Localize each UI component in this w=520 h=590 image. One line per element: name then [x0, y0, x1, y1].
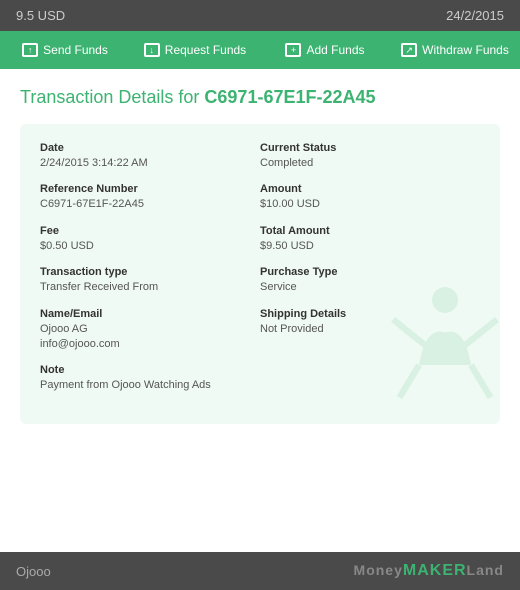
date-label: Date: [40, 142, 250, 154]
footer-brand: MoneyMAKERLand: [354, 562, 504, 580]
fee-value: $0.50 USD: [40, 239, 250, 254]
amount-value: $10.00 USD: [260, 197, 470, 212]
ref-label: Reference Number: [40, 183, 250, 195]
page-title: Transaction Details for C6971-67E1F-22A4…: [20, 87, 500, 108]
fee-group: Fee $0.50 USD: [40, 225, 260, 254]
add-funds-label: Add Funds: [306, 43, 364, 57]
email-value: info@ojooo.com: [40, 337, 250, 352]
top-bar: 9.5 USD 24/2/2015: [0, 0, 520, 31]
fee-label: Fee: [40, 225, 250, 237]
ref-value: C6971-67E1F-22A45: [40, 197, 250, 212]
date-value: 2/24/2015 3:14:22 AM: [40, 156, 250, 171]
note-value: Payment from Ojooo Watching Ads: [40, 378, 250, 393]
transaction-id: C6971-67E1F-22A45: [204, 87, 375, 107]
amount-label: Amount: [260, 183, 470, 195]
total-label: Total Amount: [260, 225, 470, 237]
name-email-label: Name/Email: [40, 308, 250, 320]
transaction-card: Date 2/24/2015 3:14:22 AM Reference Numb…: [20, 124, 500, 424]
top-amount: 9.5 USD: [16, 8, 65, 23]
left-column: Date 2/24/2015 3:14:22 AM Reference Numb…: [40, 142, 260, 406]
footer: Ojooo MoneyMAKERLand: [0, 552, 520, 590]
request-funds-icon: ↓: [144, 43, 160, 57]
tx-type-label: Transaction type: [40, 266, 250, 278]
total-group: Total Amount $9.50 USD: [260, 225, 480, 254]
request-funds-button[interactable]: ↓ Request Funds: [130, 31, 260, 69]
send-funds-label: Send Funds: [43, 43, 108, 57]
status-group: Current Status Completed: [260, 142, 480, 171]
request-funds-label: Request Funds: [165, 43, 246, 57]
send-funds-button[interactable]: ↑ Send Funds: [0, 31, 130, 69]
tx-type-group: Transaction type Transfer Received From: [40, 266, 260, 295]
footer-left: Ojooo: [16, 564, 51, 579]
name-value: Ojooo AG: [40, 322, 250, 337]
withdraw-funds-icon: ↗: [401, 43, 417, 57]
status-value: Completed: [260, 156, 470, 171]
note-group: Note Payment from Ojooo Watching Ads: [40, 364, 260, 393]
tx-type-value: Transfer Received From: [40, 280, 250, 295]
withdraw-funds-button[interactable]: ↗ Withdraw Funds: [390, 31, 520, 69]
watermark-icon: [380, 274, 500, 404]
note-label: Note: [40, 364, 250, 376]
title-prefix: Transaction Details for: [20, 87, 204, 107]
total-value: $9.50 USD: [260, 239, 470, 254]
amount-group: Amount $10.00 USD: [260, 183, 480, 212]
top-date: 24/2/2015: [446, 8, 504, 23]
add-funds-button[interactable]: + Add Funds: [260, 31, 390, 69]
send-funds-icon: ↑: [22, 43, 38, 57]
withdraw-funds-label: Withdraw Funds: [422, 43, 509, 57]
nav-bar: ↑ Send Funds ↓ Request Funds + Add Funds…: [0, 31, 520, 69]
add-funds-icon: +: [285, 43, 301, 57]
status-label: Current Status: [260, 142, 470, 154]
main-content: Transaction Details for C6971-67E1F-22A4…: [0, 69, 520, 434]
date-group: Date 2/24/2015 3:14:22 AM: [40, 142, 260, 171]
ref-group: Reference Number C6971-67E1F-22A45: [40, 183, 260, 212]
name-email-group: Name/Email Ojooo AG info@ojooo.com: [40, 308, 260, 353]
